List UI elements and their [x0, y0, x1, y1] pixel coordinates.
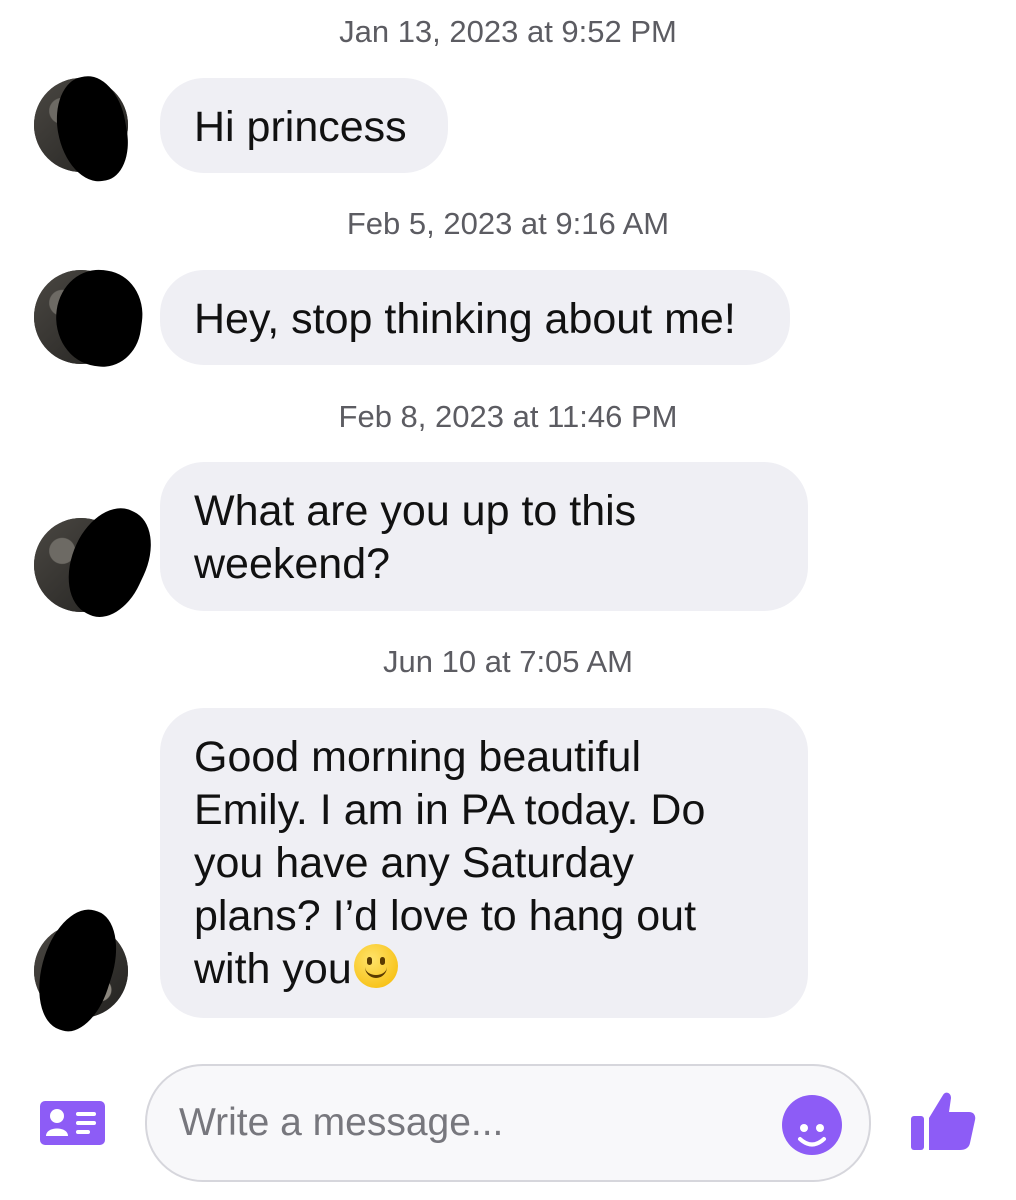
contact-card-icon	[46, 1109, 96, 1136]
timestamp: Feb 5, 2023 at 9:16 AM	[346, 206, 670, 241]
timestamp: Jun 10 at 7:05 AM	[383, 644, 633, 679]
message-text: Hey, stop thinking about me!	[194, 295, 736, 343]
slightly-smiling-face-emoji-icon	[353, 944, 398, 988]
message-line: you have any Saturday	[194, 839, 634, 887]
conversation-screen: Jan 13, 2023 at 9:52 PM Hi princess Feb …	[0, 0, 1016, 1200]
message-bubble[interactable]: Hi princess	[160, 78, 448, 173]
message-line: What are you up to this	[194, 487, 637, 535]
message-text: Hi princess	[194, 103, 407, 151]
thumbs-up-button[interactable]	[909, 1088, 977, 1154]
avatar[interactable]	[34, 264, 149, 372]
message-input[interactable]: Write a message...	[145, 1064, 871, 1182]
message-bubble[interactable]: Good morning beautiful Emily. I am in PA…	[160, 708, 808, 1018]
message-line: Good morning beautiful	[194, 733, 642, 781]
message-last-line: with you	[194, 943, 774, 996]
thumbs-up-icon	[911, 1092, 976, 1150]
timestamp: Jan 13, 2023 at 9:52 PM	[339, 14, 677, 49]
avatar[interactable]	[34, 495, 167, 629]
avatar[interactable]	[34, 70, 135, 188]
message-input-placeholder: Write a message...	[179, 1101, 504, 1144]
message-line: Emily. I am in PA today. Do	[194, 786, 706, 834]
smiley-icon	[798, 1124, 826, 1147]
message-composer: Write a message...	[0, 1064, 1016, 1184]
emoji-button[interactable]	[782, 1095, 842, 1155]
message-bubble[interactable]: What are you up to this weekend?	[160, 462, 808, 611]
avatar[interactable]	[24, 900, 130, 1040]
timestamp: Feb 8, 2023 at 11:46 PM	[338, 399, 678, 434]
message-line: weekend?	[194, 540, 391, 588]
message-bubble[interactable]: Hey, stop thinking about me!	[160, 270, 790, 365]
contact-card-button[interactable]	[40, 1101, 105, 1145]
message-line: with you	[194, 945, 352, 993]
message-line: plans? I’d love to hang out	[194, 892, 697, 940]
